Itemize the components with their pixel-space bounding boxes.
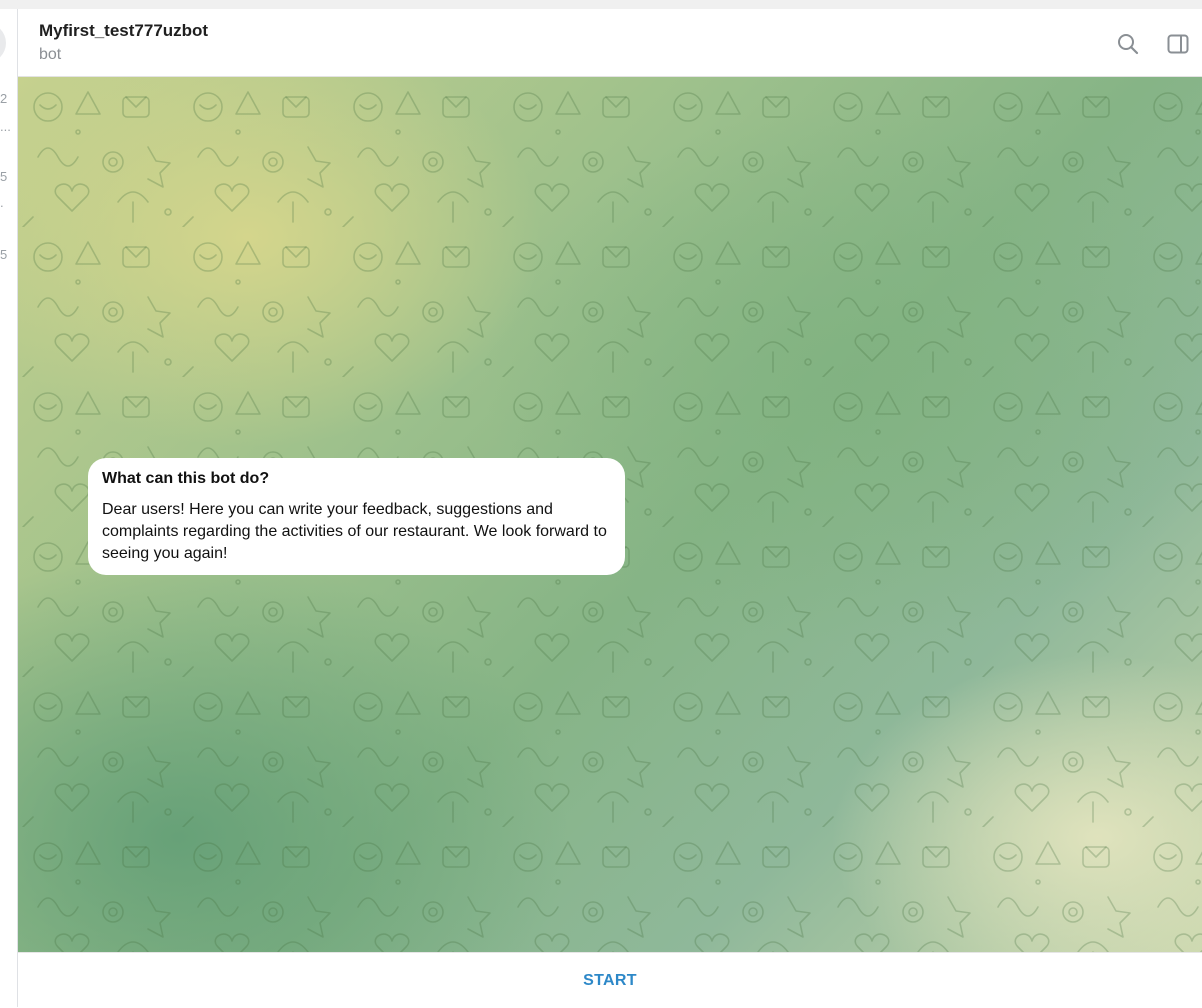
- chat-subtitle: bot: [39, 46, 62, 63]
- search-button[interactable]: [1113, 29, 1143, 59]
- bot-info-description: Dear users! Here you can write your feed…: [102, 501, 607, 562]
- chat-list-sidebar[interactable]: 2 ... 5 . 5: [0, 9, 18, 1007]
- start-bot-button[interactable]: START: [18, 953, 1202, 1008]
- search-icon: [1118, 34, 1139, 55]
- sidebar-panel-icon: [1167, 34, 1189, 54]
- bottom-action-bar: START: [18, 952, 1202, 1007]
- chat-list-snippet: ...: [0, 119, 11, 134]
- chat-list-snippet: 5: [0, 247, 8, 262]
- chat-message-area[interactable]: What can this bot do? Dear users! Here y…: [18, 77, 1202, 952]
- chat-list-snippet: 5: [0, 169, 8, 184]
- bot-info-message: What can this bot do? Dear users! Here y…: [88, 458, 625, 575]
- chat-avatar[interactable]: [0, 23, 6, 63]
- window-top-strip: [0, 0, 1202, 9]
- bot-info-title: What can this bot do?: [102, 470, 270, 487]
- chat-header: Myfirst_test777uzbot bot: [18, 9, 1202, 77]
- chat-list-snippet: .: [0, 195, 4, 210]
- chat-title[interactable]: Myfirst_test777uzbot: [39, 21, 208, 41]
- toggle-side-panel-button[interactable]: [1163, 29, 1193, 59]
- chat-list-snippet: 2: [0, 91, 8, 106]
